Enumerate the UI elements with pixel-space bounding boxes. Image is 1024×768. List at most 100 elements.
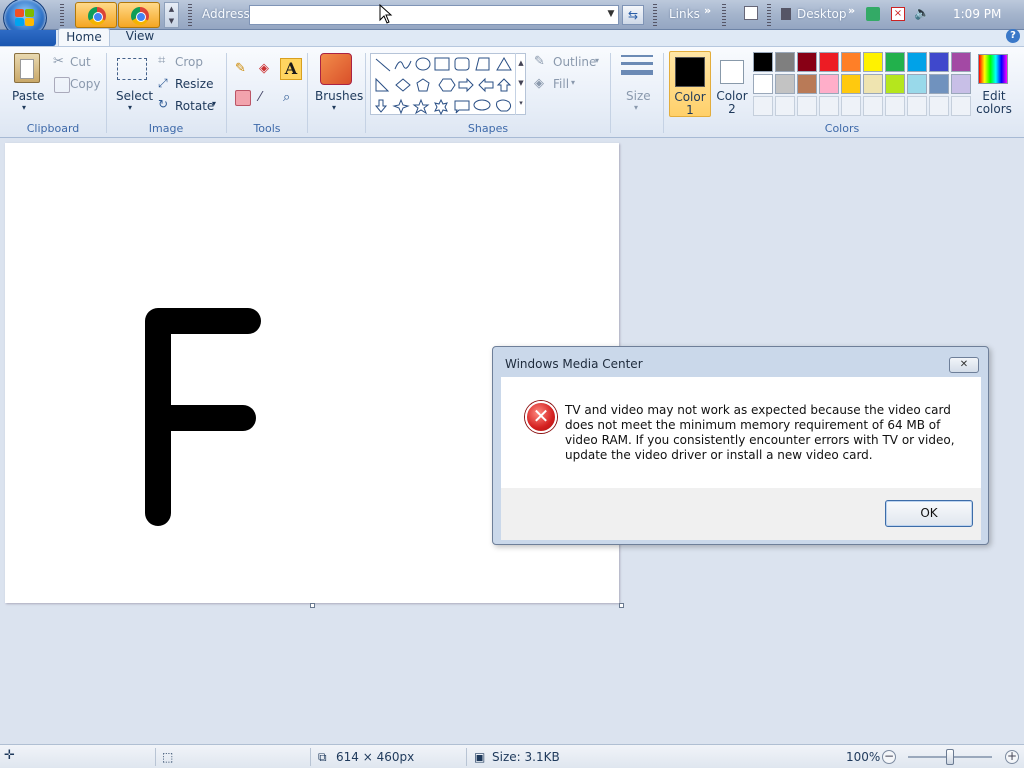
crop-button[interactable]: Crop [175,55,203,69]
palette-color-swatch[interactable] [907,52,927,72]
volume-tray-icon[interactable]: 🔈 [914,7,930,21]
paste-button[interactable]: Paste [12,89,44,103]
palette-color-swatch[interactable] [753,52,773,72]
magnifier-icon[interactable]: ⌕ [283,90,299,106]
palette-color-swatch[interactable] [797,74,817,94]
system-clock[interactable]: 1:09 PM [953,7,1001,21]
palette-color-swatch[interactable] [885,52,905,72]
eraser-icon[interactable] [235,90,251,106]
canvas-resize-handle-bottom[interactable] [310,603,315,608]
network-tray-icon[interactable] [866,7,880,21]
desktop-chevron-icon[interactable]: » [848,4,855,17]
shapes-gallery-icons[interactable] [373,55,513,115]
palette-color-swatch[interactable] [929,74,949,94]
toolbar-grip[interactable] [60,4,64,26]
palette-custom-slot[interactable] [819,96,839,116]
toolbar-grip[interactable] [722,4,726,26]
size-button[interactable]: Size [626,89,651,103]
palette-color-swatch[interactable] [797,52,817,72]
go-button[interactable]: ⇆ [622,5,644,25]
taskbar-chrome-button-2[interactable] [118,2,160,28]
security-alert-tray-icon[interactable]: × [891,7,905,21]
palette-color-swatch[interactable] [841,74,861,94]
color1-button[interactable]: Color 1 [669,51,711,117]
palette-custom-slot[interactable] [951,96,971,116]
ribbon-separator [226,53,227,133]
tab-view[interactable]: View [118,29,162,45]
brushes-button[interactable]: Brushes [315,89,363,103]
palette-custom-slot[interactable] [929,96,949,116]
palette-custom-slot[interactable] [775,96,795,116]
taskbar-chrome-button-1[interactable] [75,2,117,28]
shapes-gallery[interactable] [370,53,526,115]
palette-color-swatch[interactable] [841,52,861,72]
copy-button[interactable]: Copy [70,77,100,91]
address-input[interactable] [249,5,619,25]
palette-color-swatch[interactable] [863,74,883,94]
help-icon[interactable]: ? [1006,29,1020,43]
toolbar-grip[interactable] [188,4,192,26]
palette-custom-slot[interactable] [885,96,905,116]
palette-color-swatch[interactable] [775,52,795,72]
outline-button[interactable]: Outline [553,55,596,69]
palette-custom-slot[interactable] [797,96,817,116]
size-lines-icon[interactable] [621,55,653,81]
desktop-label[interactable]: Desktop [797,7,847,21]
text-tool-icon[interactable]: A [280,58,302,80]
palette-color-swatch[interactable] [775,74,795,94]
crop-icon: ⌗ [158,53,166,68]
ok-button[interactable]: OK [885,500,973,527]
tools-group-label: Tools [253,122,281,135]
brush-icon[interactable] [320,53,352,85]
palette-color-swatch[interactable] [951,74,971,94]
zoom-slider-thumb[interactable] [946,749,954,765]
toolbar-grip[interactable] [653,4,657,26]
fill-bucket-icon[interactable]: ◈ [259,61,275,77]
edit-colors-label-1[interactable]: Edit [978,89,1010,103]
palette-color-swatch[interactable] [863,52,883,72]
palette-color-swatch[interactable] [753,74,773,94]
palette-color-swatch[interactable] [951,52,971,72]
select-rect-icon[interactable] [117,58,147,80]
notepad-quicklaunch-icon[interactable] [744,6,758,20]
canvas-resize-handle-corner[interactable] [619,603,624,608]
edit-colors-label-2[interactable]: colors [974,102,1014,116]
dialog-close-button[interactable]: ✕ [949,357,979,373]
palette-custom-slot[interactable] [907,96,927,116]
resize-button[interactable]: Resize [175,77,213,91]
links-label[interactable]: Links [669,7,700,21]
palette-color-swatch[interactable] [907,74,927,94]
paste-dropdown-icon[interactable]: ▾ [22,103,26,112]
links-chevron-icon[interactable]: » [704,4,711,17]
zoom-out-button[interactable]: − [882,750,896,764]
toolbar-grip[interactable] [767,4,771,26]
color-picker-icon[interactable]: ⁄ [259,90,275,106]
outline-dropdown-icon[interactable]: ▾ [595,56,599,65]
rotate-dropdown-icon[interactable]: ▾ [212,99,216,108]
fill-dropdown-icon[interactable]: ▾ [571,78,575,87]
palette-custom-slot[interactable] [841,96,861,116]
taskbar-scroll-buttons[interactable]: ▲ ▼ [164,2,179,28]
brushes-dropdown-icon[interactable]: ▾ [332,103,336,112]
select-button[interactable]: Select [116,89,153,103]
paint-menu-button[interactable] [0,30,56,46]
address-dropdown-icon[interactable]: ▼ [603,5,619,25]
palette-custom-slot[interactable] [753,96,773,116]
cut-button[interactable]: Cut [70,55,91,69]
tab-home[interactable]: Home [58,28,110,46]
color2-button[interactable]: Color 2 [712,51,752,117]
rotate-button[interactable]: Rotate [175,99,214,113]
palette-custom-slot[interactable] [863,96,883,116]
fill-button[interactable]: Fill [553,77,569,91]
zoom-in-button[interactable]: + [1005,750,1019,764]
paste-icon[interactable] [14,53,40,83]
palette-color-swatch[interactable] [819,74,839,94]
size-dropdown-icon[interactable]: ▾ [634,103,638,112]
edit-colors-icon[interactable] [978,54,1008,84]
shapes-scroll-buttons[interactable]: ▲ ▼ ▾ [515,53,526,115]
palette-color-swatch[interactable] [929,52,949,72]
palette-color-swatch[interactable] [885,74,905,94]
select-dropdown-icon[interactable]: ▾ [128,103,132,112]
pencil-icon[interactable]: ✎ [235,61,251,77]
palette-color-swatch[interactable] [819,52,839,72]
